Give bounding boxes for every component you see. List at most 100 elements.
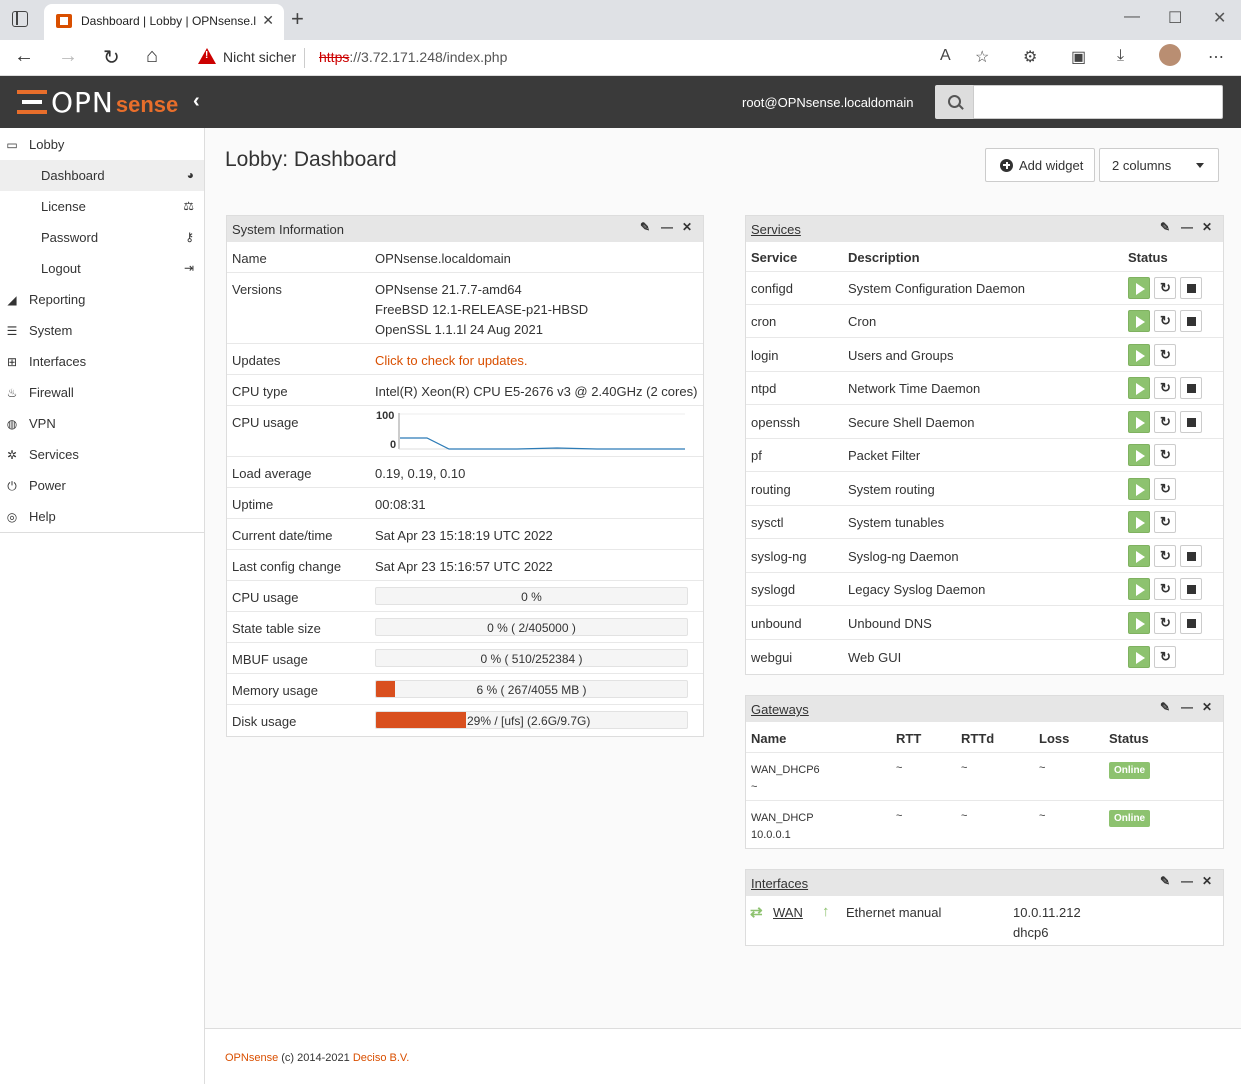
sidebar-item-logout[interactable]: Logout ⇥ [0,253,204,284]
browser-tab[interactable]: Dashboard | Lobby | OPNsense.localdomain… [44,4,284,40]
minimize-widget-icon[interactable]: — [1181,220,1193,234]
sidebar-label: Lobby [29,137,65,152]
sidebar-item-help[interactable]: ◎ Help [0,501,204,532]
stop-service-button[interactable] [1180,277,1202,299]
search-input[interactable] [973,85,1223,119]
tab-actions-icon[interactable] [12,11,28,27]
user-name[interactable]: root@OPNsense.localdomain [742,95,913,110]
stop-service-button[interactable] [1180,545,1202,567]
service-running-icon[interactable] [1128,646,1150,668]
column-header: RTTd [961,731,995,746]
interface-wan-link[interactable]: WAN [773,905,803,920]
not-secure-label[interactable]: Nicht sicher [223,49,296,65]
forward-icon[interactable]: → [58,45,78,68]
refresh-icon[interactable]: ↻ [103,45,120,70]
sidebar-item-services[interactable]: ✲ Services [0,439,204,470]
minimize-widget-icon[interactable]: — [1181,874,1193,888]
services-widget-title-link[interactable]: Services [751,222,801,237]
sidebar-item-vpn[interactable]: ◍ VPN [0,408,204,439]
add-widget-button[interactable]: Add widget [985,148,1095,182]
restart-service-button[interactable] [1154,612,1176,634]
columns-select[interactable]: 2 columns [1099,148,1219,182]
pencil-icon[interactable]: ✎ [1160,220,1170,234]
collapse-sidebar-icon[interactable]: ‹ [193,90,200,113]
close-widget-icon[interactable]: ✕ [682,220,692,234]
new-tab-icon[interactable]: + [291,6,304,32]
minimize-widget-icon[interactable]: — [1181,700,1193,714]
close-widget-icon[interactable]: ✕ [1202,874,1212,888]
sidebar-item-lobby[interactable]: ▭ Lobby [0,129,204,160]
minimize-icon[interactable]: — [1124,8,1140,26]
url-text[interactable]: https://3.72.171.248/index.php [319,49,507,65]
downloads-icon[interactable]: ⤓ [1117,47,1124,65]
service-running-icon[interactable] [1128,478,1150,500]
close-tab-icon[interactable]: ✕ [262,12,274,29]
restart-service-button[interactable] [1154,344,1176,366]
search-icon[interactable] [935,85,973,119]
sidebar-item-license[interactable]: License ⚖ [0,191,204,222]
restart-service-button[interactable] [1154,444,1176,466]
service-running-icon[interactable] [1128,377,1150,399]
restart-service-button[interactable] [1154,411,1176,433]
opnsense-link[interactable]: OPNsense [225,1052,278,1064]
pencil-icon[interactable]: ✎ [1160,700,1170,714]
service-running-icon[interactable] [1128,545,1150,567]
stop-service-button[interactable] [1180,578,1202,600]
progress-text: 0 % ( 2/405000 ) [487,621,576,635]
service-running-icon[interactable] [1128,310,1150,332]
key-icon: ⚷ [185,230,194,244]
restart-service-button[interactable] [1154,646,1176,668]
restart-service-button[interactable] [1154,511,1176,533]
service-running-icon[interactable] [1128,612,1150,634]
restart-service-button[interactable] [1154,478,1176,500]
sidebar-item-firewall[interactable]: ♨ Firewall [0,377,204,408]
interfaces-widget-title-link[interactable]: Interfaces [751,876,808,891]
service-running-icon[interactable] [1128,411,1150,433]
sidebar-item-interfaces[interactable]: ⊞ Interfaces [0,346,204,377]
sysinfo-row: CPU type Intel(R) Xeon(R) CPU E5-2676 v3… [227,375,703,406]
service-running-icon[interactable] [1128,277,1150,299]
more-menu-icon[interactable]: ⋯ [1208,47,1224,67]
stop-service-button[interactable] [1180,310,1202,332]
service-name: unbound [751,616,802,631]
sidebar-item-dashboard[interactable]: Dashboard ◕ [0,160,204,191]
sidebar-item-power[interactable]: ⏻ Power [0,470,204,501]
sidebar-item-system[interactable]: ☰ System [0,315,204,346]
restart-service-button[interactable] [1154,310,1176,332]
home-icon[interactable]: ⌂ [146,45,158,68]
service-running-icon[interactable] [1128,578,1150,600]
sidebar-item-password[interactable]: Password ⚷ [0,222,204,253]
stop-service-button[interactable] [1180,411,1202,433]
sidebar-label: System [29,323,73,338]
restart-service-button[interactable] [1154,277,1176,299]
sysinfo-row: Load average 0.19, 0.19, 0.10 [227,457,703,488]
minimize-widget-icon[interactable]: — [661,220,673,234]
stop-service-button[interactable] [1180,612,1202,634]
stop-service-button[interactable] [1180,377,1202,399]
restart-service-button[interactable] [1154,578,1176,600]
close-widget-icon[interactable]: ✕ [1202,700,1212,714]
deciso-link[interactable]: Deciso B.V. [353,1052,409,1064]
sidebar-label: Dashboard [41,168,105,183]
maximize-icon[interactable]: ☐ [1168,8,1182,28]
back-icon[interactable]: ← [14,45,34,68]
pencil-icon[interactable]: ✎ [640,220,650,234]
restart-service-button[interactable] [1154,545,1176,567]
service-running-icon[interactable] [1128,511,1150,533]
read-aloud-icon[interactable]: A [940,47,951,65]
service-running-icon[interactable] [1128,444,1150,466]
favorite-add-icon[interactable]: ☆ [975,47,989,67]
check-updates-link[interactable]: Click to check for updates. [375,353,527,368]
pencil-icon[interactable]: ✎ [1160,874,1170,888]
close-widget-icon[interactable]: ✕ [1202,220,1212,234]
service-running-icon[interactable] [1128,344,1150,366]
sidebar-item-reporting[interactable]: ◢ Reporting [0,284,204,315]
profile-avatar[interactable] [1159,44,1181,66]
close-window-icon[interactable]: ✕ [1213,8,1226,28]
url-box[interactable]: Nicht sicher https://3.72.171.248/index.… [186,43,1008,73]
collections-icon[interactable]: ▣ [1071,47,1086,67]
opnsense-logo[interactable]: OPN sense [17,84,178,120]
gateways-widget-title-link[interactable]: Gateways [751,702,809,717]
extensions-icon[interactable]: ⚙ [1023,47,1037,67]
restart-service-button[interactable] [1154,377,1176,399]
